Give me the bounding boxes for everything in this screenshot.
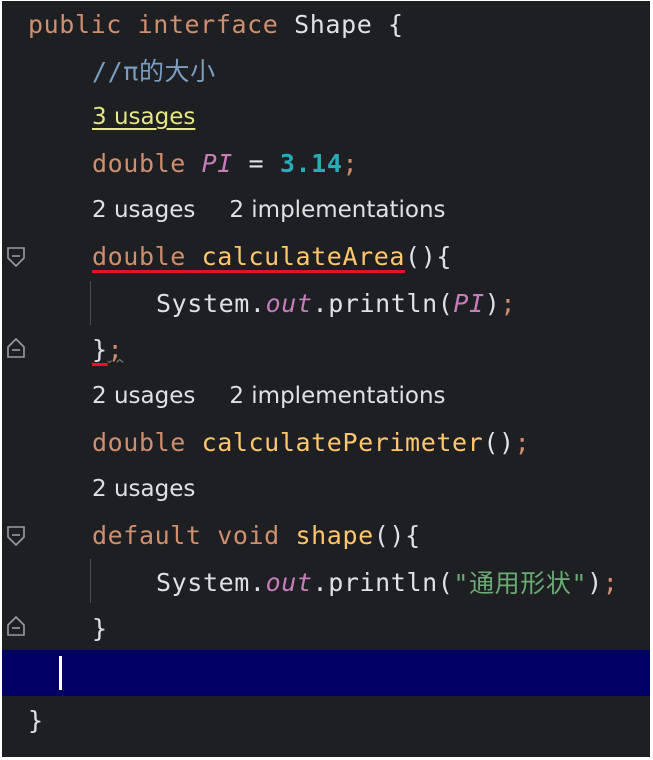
code-line-interface-decl[interactable]: public interface Shape { (2, 1, 650, 47)
parens: () (373, 520, 406, 550)
parens: () (483, 427, 515, 457)
semicolon: ; (602, 567, 619, 597)
semicolon: ; (500, 288, 517, 318)
comment-text: //π的大小 (92, 57, 216, 86)
dot: . (249, 567, 266, 597)
interface-name[interactable]: Shape (294, 10, 372, 39)
inlay-hint-line: 2 usages 2 implementations (2, 187, 650, 233)
number-literal: 3.14 (279, 148, 343, 178)
open-brace: { (436, 241, 453, 271)
usages-link[interactable]: 2 usages (92, 383, 195, 409)
method-calculate-perimeter[interactable]: calculatePerimeter (202, 428, 484, 457)
close-brace: } (92, 613, 108, 643)
semicolon: ; (107, 334, 124, 364)
keyword-interface: interface (137, 9, 279, 39)
code-editor[interactable]: public interface Shape { //π的大小 3 usages… (2, 1, 650, 757)
code-line-calculate-area[interactable]: double calculateArea(){ (2, 233, 650, 279)
inlay-hint-line: 2 usages 2 implementations (2, 373, 650, 419)
implementations-link[interactable]: 2 implementations (229, 197, 445, 223)
field-out: out (265, 288, 313, 318)
open-brace: { (405, 520, 421, 550)
code-line-close-brace[interactable]: }; (2, 326, 650, 372)
code-line-pi-field[interactable]: double PI = 3.14; (2, 140, 650, 186)
code-line-println-pi[interactable]: System. out. println(PI); (2, 280, 650, 326)
close-paren: ) (484, 288, 501, 318)
keyword-void: void (217, 520, 280, 550)
code-line-close-interface[interactable]: } (2, 697, 650, 743)
close-brace: } (28, 705, 44, 735)
open-brace: { (388, 9, 404, 39)
open-paren: ( (437, 288, 454, 318)
code-line-calculate-perimeter[interactable]: double calculatePerimeter(); (2, 419, 650, 465)
dot: . (249, 288, 266, 318)
method-shape[interactable]: shape (295, 521, 373, 550)
dot: . (312, 567, 329, 597)
open-paren: ( (437, 567, 454, 597)
code-line-current-empty[interactable] (2, 650, 650, 696)
dot: . (312, 288, 329, 318)
semicolon: ; (342, 148, 359, 178)
implementations-link[interactable]: 2 implementations (229, 383, 445, 409)
keyword-public: public (28, 9, 122, 39)
method-calculate-area[interactable]: calculateArea (202, 242, 405, 271)
field-out: out (265, 567, 313, 597)
method-println: println (328, 288, 438, 318)
parens: () (405, 241, 437, 271)
method-println: println (328, 567, 438, 597)
usages-link[interactable]: 2 usages (92, 476, 195, 502)
close-paren: ) (587, 567, 603, 597)
code-line-comment[interactable]: //π的大小 (2, 47, 650, 93)
code-line-println-string[interactable]: System. out. println("通用形状"); (2, 559, 650, 605)
type-double: double (92, 241, 186, 271)
type-double: double (92, 427, 186, 457)
keyword-default: default (92, 520, 202, 550)
constant-pi: PI (453, 288, 485, 318)
code-line-default-shape[interactable]: default void shape(){ (2, 512, 650, 558)
assign-operator: = (248, 148, 265, 178)
usages-link[interactable]: 3 usages (92, 104, 195, 130)
semicolon: ; (514, 427, 531, 457)
code-line-close-brace[interactable]: } (2, 605, 650, 651)
usages-link[interactable]: 2 usages (92, 197, 195, 223)
type-double: double (92, 148, 186, 178)
inlay-hint-line: 3 usages (2, 94, 650, 140)
string-literal: "通用形状" (453, 569, 588, 598)
class-system: System (156, 288, 250, 318)
inlay-hint-line: 2 usages (2, 466, 650, 512)
class-system: System (156, 567, 250, 597)
close-brace: } (92, 334, 108, 364)
constant-pi[interactable]: PI (202, 149, 233, 178)
